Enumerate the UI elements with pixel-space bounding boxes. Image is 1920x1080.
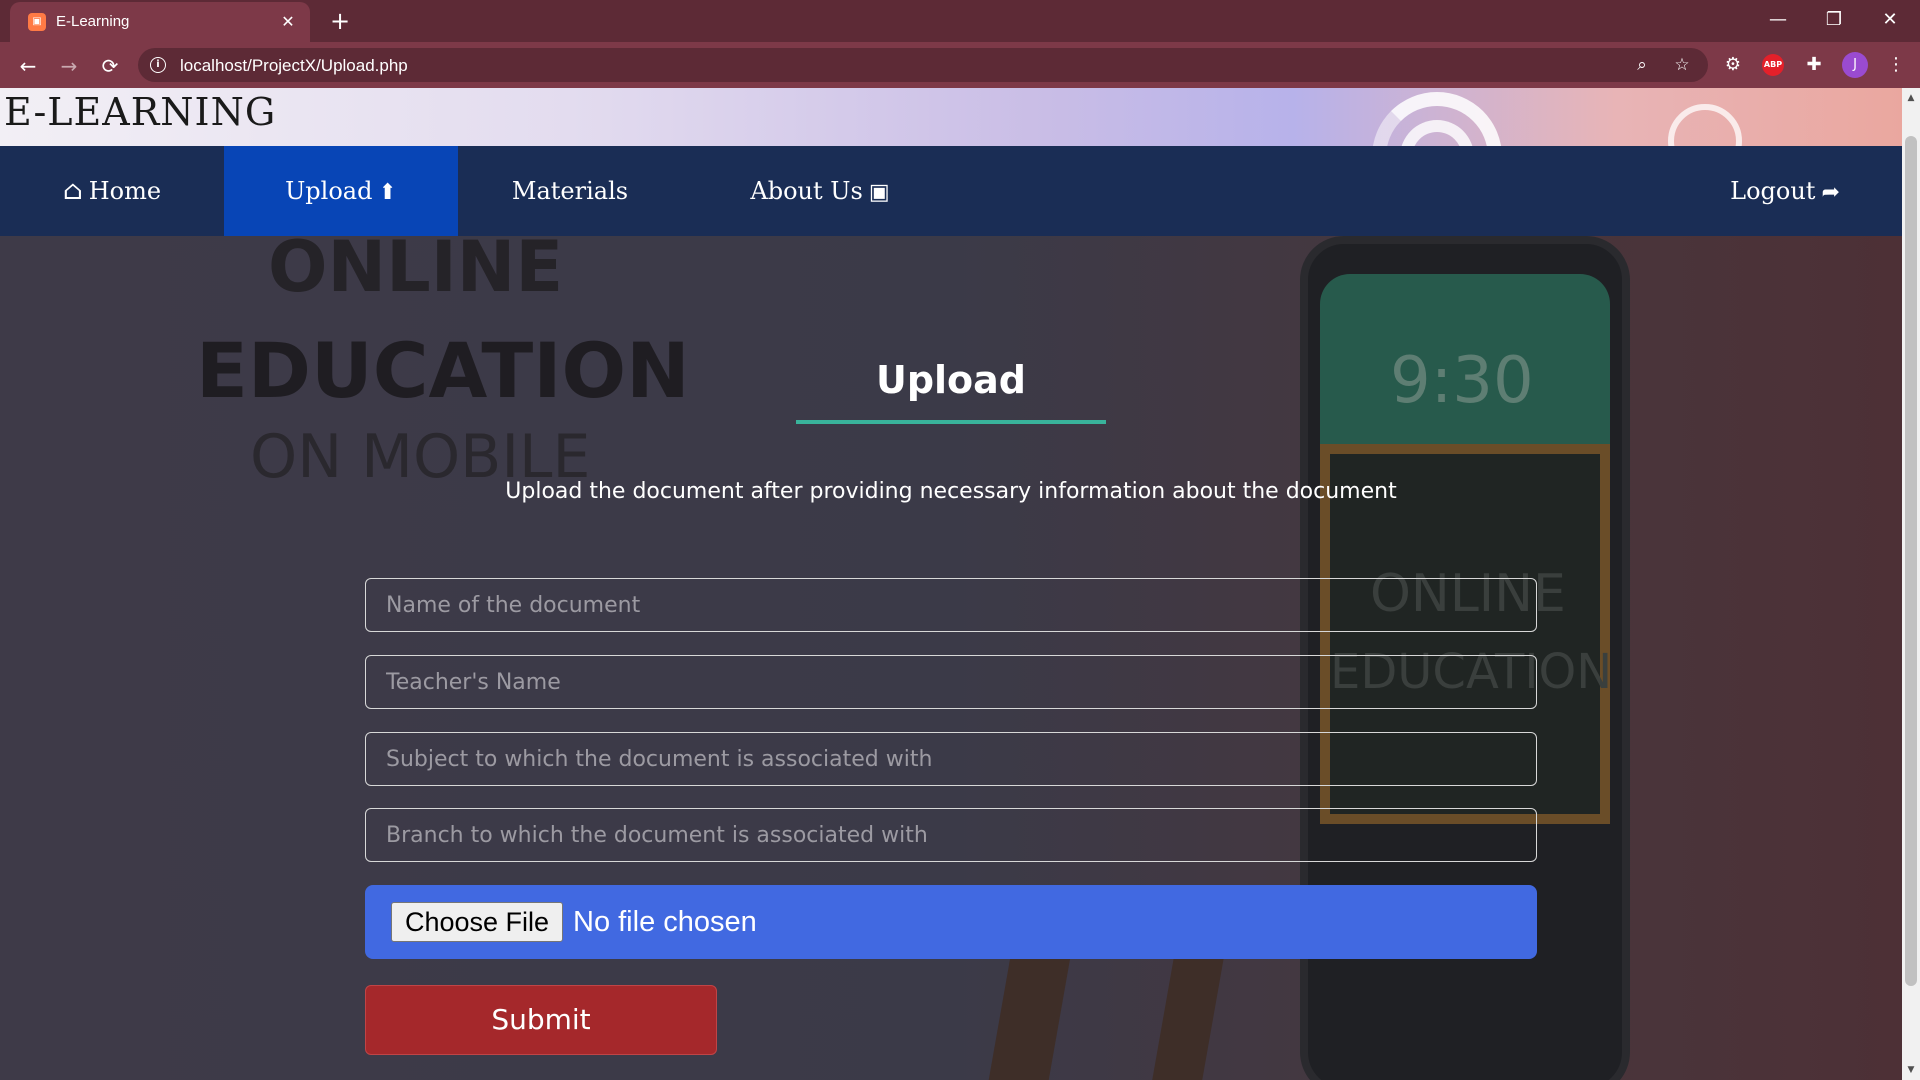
document-name-input[interactable] — [365, 578, 1537, 632]
zoom-icon[interactable]: ⌕ — [1630, 53, 1654, 77]
contact-card-icon: ▣ — [868, 180, 890, 205]
nav-item-materials[interactable]: Materials — [458, 146, 682, 236]
branch-input[interactable] — [365, 808, 1537, 862]
address-bar[interactable]: i localhost/ProjectX/Upload.php ⌕ ☆ — [138, 48, 1708, 82]
profile-avatar[interactable]: J — [1842, 52, 1868, 78]
site-favicon-icon: ▣ — [28, 13, 46, 31]
nav-item-upload[interactable]: Upload ⬆ — [224, 146, 458, 236]
url-text[interactable]: localhost/ProjectX/Upload.php — [180, 56, 408, 76]
new-tab-button[interactable]: + — [326, 8, 354, 36]
bookmark-star-icon[interactable]: ☆ — [1670, 53, 1694, 77]
page-viewport: E-LEARNING ⌂ Home Upload ⬆ Materials About… — [0, 88, 1902, 1080]
file-upload-field[interactable]: Choose File No file chosen — [365, 885, 1537, 959]
tab-title: E-Learning — [56, 13, 130, 30]
page-scrollbar[interactable]: ▲ ▼ — [1902, 88, 1920, 1080]
nav-label-upload: Upload — [285, 177, 373, 205]
nav-label-home: Home — [88, 177, 162, 205]
nav-label-about-us: About Us — [750, 177, 863, 205]
close-tab-icon[interactable]: ✕ — [276, 10, 300, 34]
forward-arrow-icon[interactable]: → — [55, 52, 83, 80]
upload-icon: ⬆ — [378, 180, 397, 205]
browser-tab-strip: ▣ E-Learning ✕ + — ❐ ✕ — [0, 0, 1920, 42]
scrollbar-thumb[interactable] — [1905, 136, 1917, 986]
main-navbar: ⌂ Home Upload ⬆ Materials About Us ▣ Logout… — [0, 146, 1902, 236]
minimize-window-button[interactable]: — — [1758, 4, 1798, 36]
circle-decoration-icon — [1668, 104, 1742, 146]
nav-item-about-us[interactable]: About Us ▣ — [700, 146, 940, 236]
file-status-text: No file chosen — [573, 906, 757, 938]
reload-icon[interactable]: ⟳ — [96, 52, 124, 80]
submit-button[interactable]: Submit — [365, 985, 717, 1055]
adblock-extension-icon[interactable]: ABP — [1762, 54, 1784, 76]
browser-toolbar: ← → ⟳ i localhost/ProjectX/Upload.php ⌕ … — [0, 42, 1920, 88]
page-title: Upload — [875, 358, 1027, 402]
teacher-name-input[interactable] — [365, 655, 1537, 709]
browser-tab[interactable]: ▣ E-Learning ✕ — [10, 2, 310, 42]
extensions-puzzle-icon[interactable]: ✚ — [1800, 51, 1828, 79]
scroll-up-arrow-icon[interactable]: ▲ — [1902, 90, 1920, 106]
nav-label-logout: Logout — [1730, 177, 1816, 205]
site-header-banner: E-LEARNING — [0, 88, 1902, 146]
back-arrow-icon[interactable]: ← — [14, 52, 42, 80]
title-underline — [796, 420, 1106, 424]
extension-gear-icon[interactable]: ⚙ — [1719, 51, 1747, 79]
nav-item-logout[interactable]: Logout ➦ — [1700, 146, 1870, 236]
scroll-down-arrow-icon[interactable]: ▼ — [1902, 1062, 1920, 1078]
nav-label-materials: Materials — [511, 177, 629, 205]
browser-menu-icon[interactable]: ⋮ — [1882, 51, 1910, 79]
bg-text-online: ONLINE — [268, 236, 564, 308]
chair-illustration — [1145, 956, 1225, 1080]
page-subtitle: Upload the document after providing nece… — [505, 479, 1397, 504]
site-brand-logo[interactable]: E-LEARNING — [4, 90, 276, 134]
site-info-icon[interactable]: i — [150, 57, 166, 73]
home-icon: ⌂ — [62, 176, 83, 206]
restore-window-button[interactable]: ❐ — [1814, 4, 1854, 36]
close-window-button[interactable]: ✕ — [1870, 4, 1910, 36]
subject-input[interactable] — [365, 732, 1537, 786]
logout-icon: ➦ — [1821, 180, 1840, 205]
choose-file-button[interactable]: Choose File — [391, 902, 563, 942]
nav-item-home[interactable]: ⌂ Home — [0, 146, 224, 236]
